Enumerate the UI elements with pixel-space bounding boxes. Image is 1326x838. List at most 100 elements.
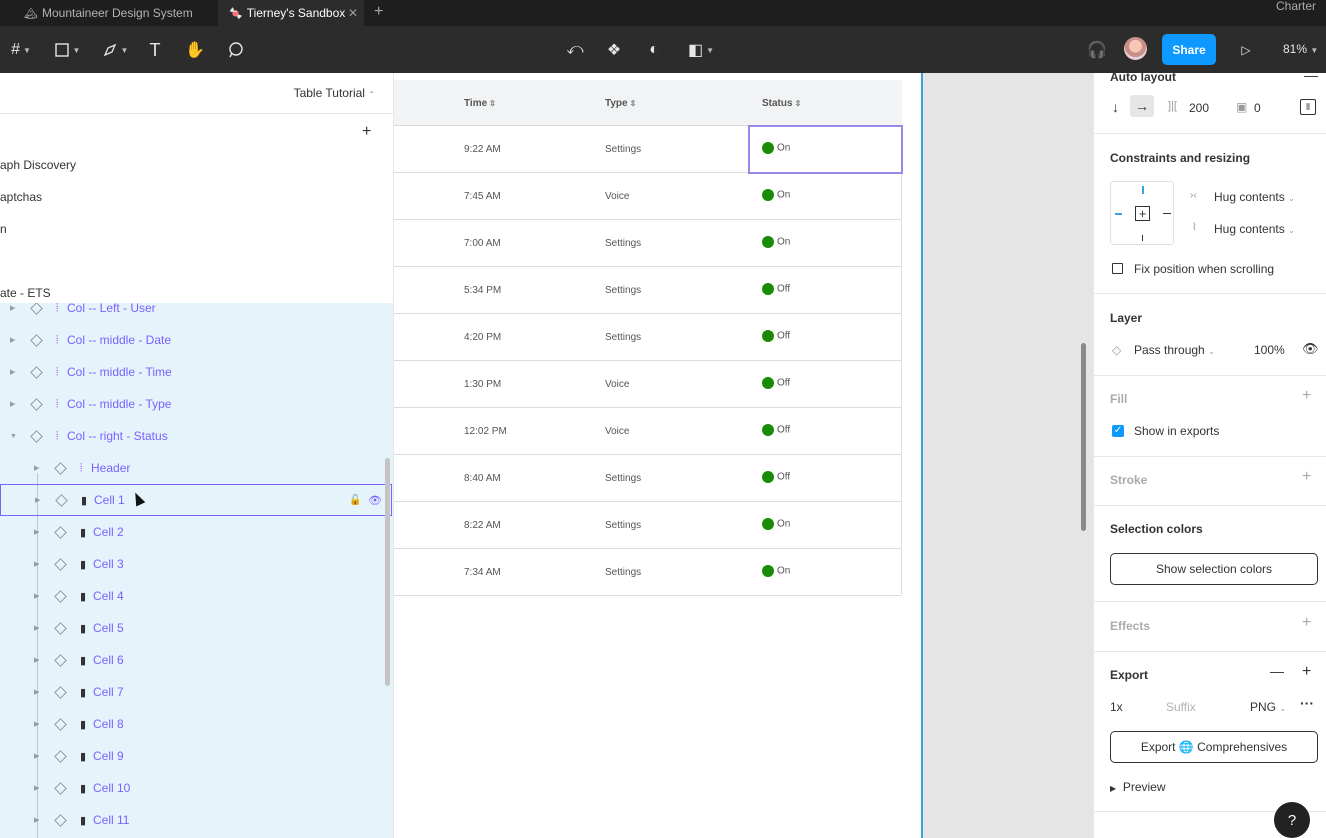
play-icon[interactable]: ▷ [1236,39,1256,61]
bottom-constraint[interactable] [1142,235,1143,241]
opacity-value[interactable]: 100% [1254,343,1285,357]
page-item[interactable]: n [0,222,7,236]
layer-row[interactable]: ▼ ⦙ Col -- right - Status [0,420,392,452]
zoom-level[interactable]: 81% ▼ [1283,42,1318,56]
expand-arrow-icon[interactable]: ▶ [10,304,15,312]
vertical-direction-icon[interactable]: ↓ [1112,99,1119,115]
add-effect-plus-icon[interactable]: + [1302,614,1311,632]
layer-row[interactable]: ▶ ▮ Cell 10 [0,772,392,804]
page-item[interactable]: aph Discovery [0,158,76,172]
undo-icon[interactable]: ⤺ [564,39,586,61]
layer-row[interactable]: ▶ ▮ Cell 4 [0,580,392,612]
avatar[interactable] [1124,37,1147,60]
layers-scrollbar[interactable] [385,458,390,686]
show-selection-colors-button[interactable]: Show selection colors [1110,553,1318,585]
show-in-exports-checkbox[interactable]: ✓ [1112,425,1124,437]
expand-arrow-icon[interactable]: ▶ [35,496,40,504]
layer-row[interactable]: ▶ ▮ Cell 3 [0,548,392,580]
vertical-resizing-select[interactable]: Hug contents ⌄ [1214,222,1295,236]
expand-arrow-icon[interactable]: ▶ [10,368,15,376]
table-row[interactable]: 1:30 PM Voice Off [394,361,902,408]
frame-tool-icon[interactable]: # ▼ [6,39,36,61]
tab-tierneys-sandbox[interactable]: 🍬 Tierney's Sandbox ✕ [219,0,364,26]
fix-position-checkbox[interactable] [1112,263,1123,274]
table-row[interactable]: 4:20 PM Settings Off [394,314,902,361]
header-status[interactable]: Status ⇳ [762,98,801,109]
top-constraint[interactable] [1142,186,1144,194]
header-time[interactable]: Time ⇳ [464,98,496,109]
export-format-select[interactable]: PNG ⌄ [1250,700,1286,714]
layer-row-selected[interactable]: ▶ ▮ Cell 1 🔓 👁 [0,484,392,516]
layer-row[interactable]: ▶ ▮ Cell 7 [0,676,392,708]
add-export-plus-icon[interactable]: + [1302,663,1311,681]
component-icon[interactable]: ❖ [603,39,625,61]
blend-mode-select[interactable]: Pass through ⌄ [1134,343,1215,357]
canvas-scrollbar[interactable] [1081,343,1086,531]
more-options-icon[interactable]: ··· [1300,695,1314,711]
collapse-arrow-icon[interactable]: ▼ [10,433,17,440]
export-suffix-input[interactable]: Suffix [1166,700,1196,714]
page-selector[interactable]: Table Tutorial ⌃ [294,86,375,100]
add-fill-plus-icon[interactable]: + [1302,387,1311,405]
expand-arrow-icon[interactable]: ▶ [34,592,39,600]
table-row[interactable]: 5:34 PM Settings Off [394,267,902,314]
headphones-icon[interactable]: 🎧 [1086,39,1108,61]
expand-arrow-icon[interactable]: ▶ [34,464,39,472]
add-page-plus-icon[interactable]: + [362,123,371,141]
help-button[interactable]: ? [1274,802,1310,838]
layer-row[interactable]: ▶ ⦙ Col -- middle - Time [0,356,392,388]
tab-mountaineer-design-system[interactable]: 🏔 Mountaineer Design System [24,0,219,26]
expand-arrow-icon[interactable]: ▶ [10,336,15,344]
mask-icon[interactable]: ◐ [643,39,665,61]
expand-arrow-icon[interactable]: ▶ [34,752,39,760]
horizontal-resizing-select[interactable]: Hug contents ⌄ [1214,190,1295,204]
horizontal-direction-icon[interactable]: → [1130,95,1154,117]
visibility-eye-icon[interactable]: 👁 [1302,341,1319,357]
table-row[interactable]: 7:34 AM Settings On [394,549,902,596]
comment-tool-icon[interactable] [224,39,246,61]
account-name[interactable]: Charter [1276,0,1316,12]
page-item[interactable]: ate - ETS [0,286,51,300]
expand-arrow-icon[interactable]: ▶ [10,400,15,408]
layer-row[interactable]: ▶ ▮ Cell 5 [0,612,392,644]
padding-value[interactable]: 0 [1254,101,1261,115]
table-row[interactable]: 7:45 AM Voice On [394,173,902,220]
layer-row[interactable]: ▶ ▮ Cell 9 [0,740,392,772]
table-row[interactable]: 8:22 AM Settings On [394,502,902,549]
expand-arrow-icon[interactable]: ▶ [34,720,39,728]
pen-tool-icon[interactable]: ▼ [98,39,132,61]
center-constraint[interactable]: + [1135,206,1150,221]
layer-row[interactable]: ▶ ⦙ Col -- middle - Date [0,324,392,356]
design-frame[interactable]: Time ⇳ Type ⇳ Status ⇳ 9:22 AM Settings On … [394,73,921,838]
text-tool-icon[interactable]: T [145,39,165,61]
export-scale[interactable]: 1x [1110,700,1123,714]
right-constraint[interactable] [1163,213,1171,214]
close-icon[interactable]: ✕ [348,6,358,20]
expand-arrow-icon[interactable]: ▶ [34,656,39,664]
expand-arrow-icon[interactable]: ▶ [34,816,39,824]
preview-toggle[interactable]: ▶ Preview [1110,780,1166,794]
page-item[interactable]: aptchas [0,190,42,204]
alignment-icon[interactable]: ⫴ [1300,99,1316,115]
layer-row[interactable]: ▶ ▮ Cell 2 [0,516,392,548]
layer-row[interactable]: ▶ ▮ Cell 6 [0,644,392,676]
table-row[interactable]: 7:00 AM Settings On [394,220,902,267]
layer-row[interactable]: ▶ ⦙ Col -- Left - User [0,303,392,324]
expand-arrow-icon[interactable]: ▶ [34,528,39,536]
design-canvas[interactable]: Time ⇳ Type ⇳ Status ⇳ 9:22 AM Settings On … [394,73,1093,838]
boolean-icon[interactable]: ◧ ▼ [684,39,718,61]
expand-arrow-icon[interactable]: ▶ [34,688,39,696]
rectangle-tool-icon[interactable]: ▼ [50,39,84,61]
expand-arrow-icon[interactable]: ▶ [34,560,39,568]
constraints-widget[interactable]: + [1110,181,1174,245]
layer-row[interactable]: ▶ ⦙ Col -- middle - Type [0,388,392,420]
add-stroke-plus-icon[interactable]: + [1302,468,1311,486]
export-button[interactable]: Export 🌐 Comprehensives [1110,731,1318,763]
left-constraint[interactable] [1115,213,1122,215]
table-row[interactable]: 8:40 AM Settings Off [394,455,902,502]
spacing-value[interactable]: 200 [1189,101,1209,115]
layer-row[interactable]: ▶ ⦙ Header [0,452,392,484]
share-button[interactable]: Share [1162,34,1216,65]
layer-row[interactable]: ▶ ▮ Cell 11 [0,804,392,836]
remove-export-icon[interactable]: — [1270,663,1284,679]
